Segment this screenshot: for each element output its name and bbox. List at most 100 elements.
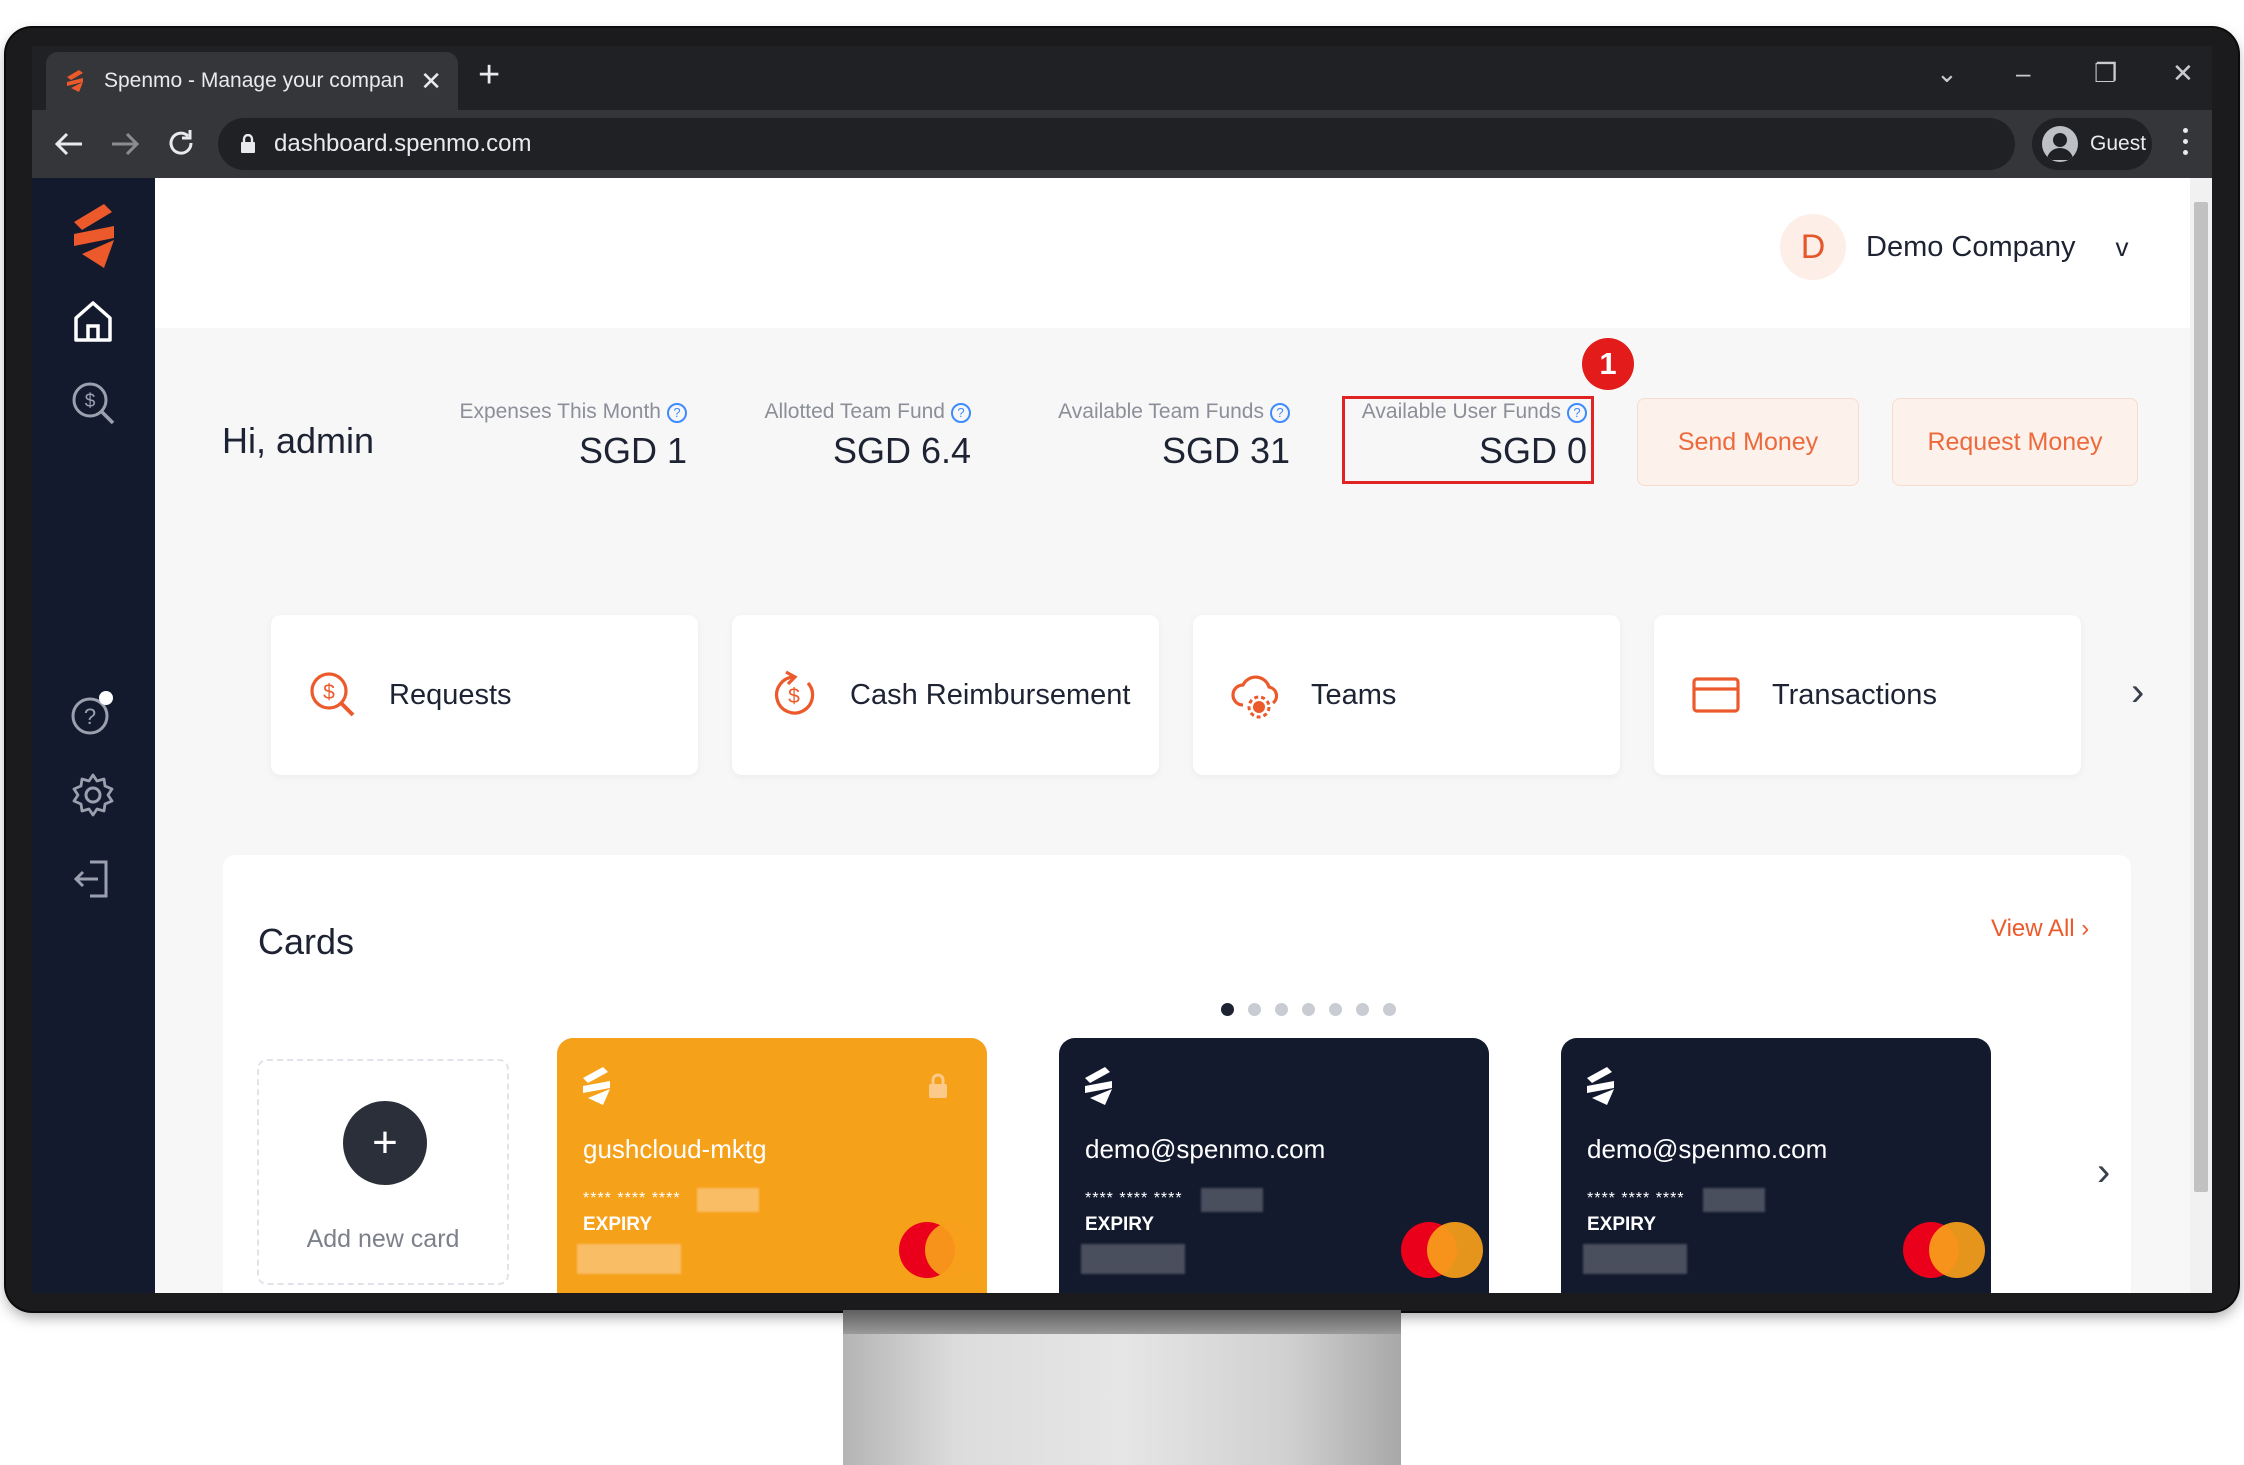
- tile-label: Transactions: [1772, 678, 1937, 711]
- mastercard-logo-icon: [1401, 1222, 1483, 1278]
- stat-value: SGD 1: [578, 430, 687, 471]
- cards-panel: Cards View All › + Add new card gushclou…: [223, 855, 2131, 1293]
- company-switcher[interactable]: D Demo Company v: [1780, 214, 2129, 280]
- browser-toolbar: dashboard.spenmo.com Guest: [32, 110, 2212, 178]
- tab-close-icon[interactable]: ✕: [420, 68, 442, 94]
- shortcuts-next-chevron-icon[interactable]: ›: [2131, 672, 2144, 712]
- main-content: D Demo Company v Hi, admin Expenses This…: [155, 178, 2212, 1293]
- guest-avatar-icon: [2042, 126, 2078, 162]
- lock-icon: [241, 134, 255, 153]
- card-holder-name: demo@spenmo.com: [1587, 1134, 1828, 1164]
- mastercard-logo-icon: [1903, 1222, 1985, 1278]
- view-all-link[interactable]: View All ›: [1991, 915, 2089, 943]
- spenmo-card-logo-icon: [1085, 1067, 1112, 1105]
- restore-icon[interactable]: ❐: [2094, 60, 2117, 86]
- shortcut-requests[interactable]: $ Requests: [271, 615, 698, 775]
- add-new-card-label: Add new card: [306, 1225, 460, 1253]
- cards-title: Cards: [258, 921, 355, 962]
- card-holder-name: demo@spenmo.com: [1085, 1134, 1326, 1164]
- card-number-masked: **** **** ****: [1587, 1190, 1685, 1207]
- settings-gear-icon[interactable]: [68, 770, 118, 820]
- cards-next-chevron-icon[interactable]: ›: [2097, 1152, 2110, 1192]
- carousel-dot[interactable]: [1275, 1003, 1288, 1016]
- address-bar[interactable]: dashboard.spenmo.com: [218, 118, 2015, 170]
- new-tab-button[interactable]: +: [478, 56, 500, 94]
- help-circle-icon[interactable]: ?: [667, 403, 687, 423]
- credit-card-icon: [1692, 677, 1740, 713]
- forward-arrow-icon[interactable]: [110, 130, 140, 158]
- carousel-dot[interactable]: [1221, 1003, 1234, 1016]
- card-expiry-label: EXPIRY: [1587, 1214, 1656, 1235]
- reload-icon[interactable]: [166, 128, 196, 158]
- help-circle-icon[interactable]: ?: [951, 403, 971, 423]
- carousel-dot[interactable]: [1329, 1003, 1342, 1016]
- stat-available-team-funds: Available Team Funds? SGD 31: [1037, 400, 1290, 472]
- card-holder-name: gushcloud-mktg: [583, 1134, 767, 1164]
- company-avatar: D: [1780, 214, 1846, 280]
- stat-value: SGD 6.4: [832, 430, 971, 471]
- tile-label: Teams: [1311, 678, 1397, 711]
- annotation-step-badge: 1: [1582, 338, 1634, 390]
- close-window-icon[interactable]: ✕: [2172, 60, 2194, 86]
- card-number-masked: **** **** ****: [1085, 1190, 1183, 1207]
- card-expiry-redacted: [577, 1244, 681, 1274]
- card-number-redacted: [1201, 1188, 1263, 1212]
- card-expiry-label: EXPIRY: [1085, 1214, 1154, 1235]
- back-arrow-icon[interactable]: [54, 130, 84, 158]
- tab-search-icon[interactable]: ⌄: [1936, 60, 1958, 86]
- annotation-highlight-box: [1342, 396, 1594, 484]
- svg-text:$: $: [85, 391, 96, 412]
- carousel-dot[interactable]: [1248, 1003, 1261, 1016]
- carousel-dots[interactable]: [1221, 1003, 1410, 1016]
- tile-label: Requests: [389, 678, 512, 711]
- card-number-redacted: [1703, 1188, 1765, 1212]
- card-number-masked: **** **** ****: [583, 1190, 681, 1207]
- request-money-button[interactable]: Request Money: [1892, 398, 2138, 486]
- card-expiry-redacted: [1583, 1244, 1687, 1274]
- sidebar: $ ?: [32, 178, 155, 1293]
- svg-text:?: ?: [84, 704, 96, 729]
- profile-button[interactable]: Guest: [2032, 118, 2152, 170]
- card-lock-icon: [929, 1073, 947, 1098]
- card-expiry-label: EXPIRY: [583, 1214, 652, 1235]
- payment-card[interactable]: gushcloud-mktg **** **** **** EXPIRY: [557, 1038, 987, 1293]
- cloud-gear-icon: [1231, 675, 1279, 719]
- home-icon[interactable]: [68, 296, 118, 346]
- carousel-dot[interactable]: [1356, 1003, 1369, 1016]
- spenmo-card-logo-icon: [583, 1067, 610, 1105]
- carousel-dot[interactable]: [1383, 1003, 1396, 1016]
- minimize-icon[interactable]: –: [2016, 60, 2030, 86]
- payment-card[interactable]: demo@spenmo.com **** **** **** EXPIRY: [1059, 1038, 1489, 1293]
- logout-icon[interactable]: [68, 854, 118, 904]
- carousel-dot[interactable]: [1302, 1003, 1315, 1016]
- add-new-card-button[interactable]: + Add new card: [257, 1059, 509, 1285]
- scrollbar-thumb[interactable]: [2194, 202, 2208, 1192]
- spenmo-card-logo-icon: [1587, 1067, 1614, 1105]
- help-circle-icon[interactable]: ?: [1270, 403, 1290, 423]
- stat-expenses-this-month: Expenses This Month? SGD 1: [445, 400, 687, 472]
- stat-label: Available Team Funds: [1058, 400, 1264, 423]
- shortcut-transactions[interactable]: Transactions: [1654, 615, 2081, 775]
- card-number-redacted: [697, 1188, 759, 1212]
- send-money-button[interactable]: Send Money: [1637, 398, 1859, 486]
- svg-text:$: $: [323, 681, 335, 704]
- url-text: dashboard.spenmo.com: [274, 130, 532, 157]
- chevron-down-icon[interactable]: v: [2116, 232, 2129, 263]
- plus-icon: +: [343, 1101, 427, 1185]
- spenmo-favicon-icon: [67, 70, 83, 92]
- browser-menu-icon[interactable]: [2182, 128, 2190, 158]
- dollar-search-icon: $: [310, 672, 355, 717]
- expense-search-icon[interactable]: $: [68, 378, 118, 428]
- shortcut-teams[interactable]: Teams: [1193, 615, 1620, 775]
- payment-card[interactable]: demo@spenmo.com **** **** **** EXPIRY: [1561, 1038, 1991, 1293]
- profile-name: Guest: [2090, 132, 2147, 155]
- browser-tab[interactable]: Spenmo - Manage your company ✕: [46, 52, 458, 110]
- stat-label: Expenses This Month: [459, 400, 661, 423]
- stat-value: SGD 31: [1161, 430, 1290, 471]
- help-icon[interactable]: ?: [68, 688, 118, 738]
- screen: Spenmo - Manage your company ✕ + ⌄ – ❐ ✕: [32, 46, 2212, 1293]
- spenmo-logo-icon[interactable]: [66, 202, 122, 272]
- page-scrollbar[interactable]: [2190, 178, 2212, 1293]
- stat-label: Allotted Team Fund: [764, 400, 945, 423]
- shortcut-cash-reimbursement[interactable]: $ Cash Reimbursement: [732, 615, 1159, 775]
